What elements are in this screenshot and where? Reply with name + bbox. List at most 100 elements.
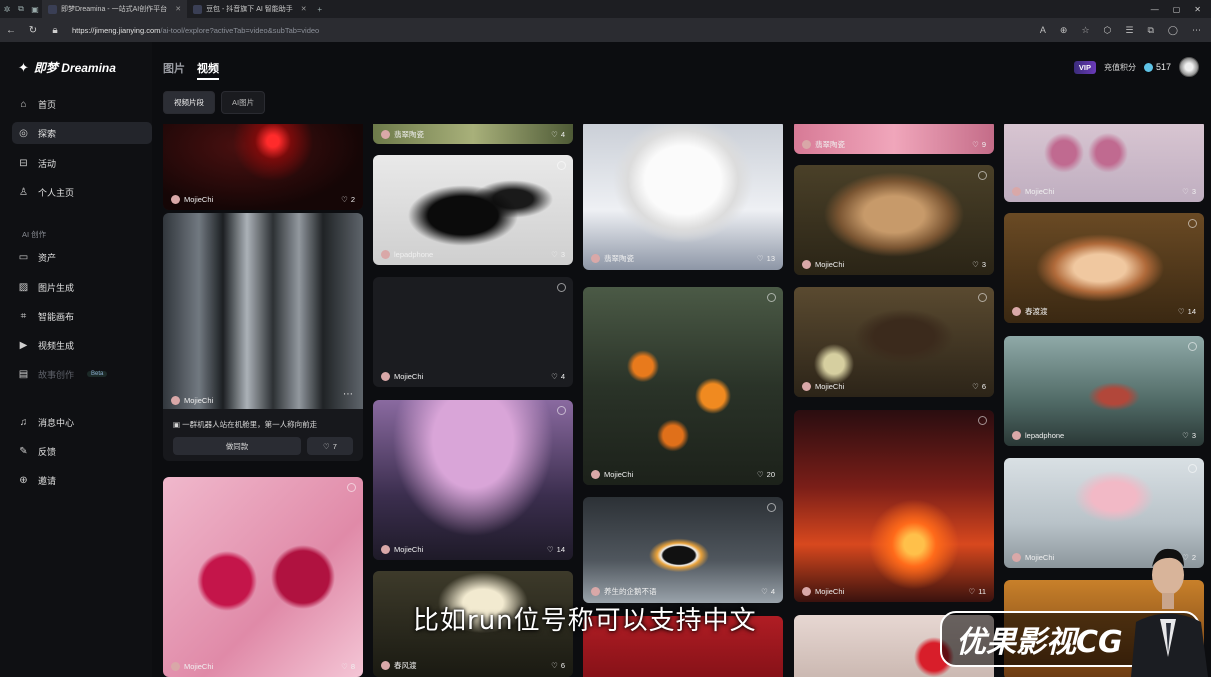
author-name[interactable]: MojieChi	[184, 396, 213, 405]
avatar[interactable]	[1179, 57, 1199, 77]
video-card[interactable]: MojieChi ♡2	[163, 124, 363, 210]
subtab-ai-images[interactable]: AI图片	[221, 91, 266, 114]
sidebar-item-profile[interactable]: ♙ 个人主页	[12, 181, 152, 203]
author-name[interactable]: MojieChi	[394, 545, 423, 554]
like-count[interactable]: ♡ 3	[551, 250, 565, 259]
video-card[interactable]: lepadphone ♡ 3	[373, 155, 573, 265]
video-card[interactable]: MojieChi ♡ 11	[794, 410, 994, 602]
tab-images[interactable]: 图片	[163, 60, 185, 80]
like-count[interactable]: ♡ 6	[972, 382, 986, 391]
video-card-hovered[interactable]: MojieChi ⋯ ▣ 一群机器人站在机舱里，第一人称向前走 做同款 ♡ 7	[163, 213, 363, 461]
reload-icon[interactable]: ↻	[22, 25, 44, 36]
video-card[interactable]: MojieChi ♡ 3	[1004, 124, 1204, 202]
video-card[interactable]: 翡翠陶瓷 ♡ 13	[583, 124, 783, 270]
recharge-credits-link[interactable]: 充值积分	[1104, 62, 1136, 73]
browser-tab-dreamina[interactable]: 即梦Dreamina - 一站式AI创作平台 ✕	[42, 0, 188, 18]
select-icon[interactable]	[767, 293, 776, 302]
author-name[interactable]: lepadphone	[394, 250, 433, 259]
maximize-icon[interactable]: ▢	[1173, 5, 1181, 14]
sidebar-item-assets[interactable]: ▭ 资产	[12, 246, 152, 268]
sidebar-item-feedback[interactable]: ✎ 反馈	[12, 440, 152, 462]
make-similar-button[interactable]: 做同款	[173, 437, 301, 455]
select-icon[interactable]	[557, 283, 566, 292]
new-tab-icon[interactable]: +	[313, 2, 327, 16]
select-icon[interactable]	[557, 406, 566, 415]
author-name[interactable]: 翡翠陶瓷	[394, 129, 424, 140]
dreamina-logo[interactable]: ✦ 即梦 Dreamina	[18, 59, 116, 76]
author-name[interactable]: MojieChi	[184, 662, 213, 671]
like-count[interactable]: ♡ 3	[1182, 431, 1196, 440]
url-field[interactable]: https://jimeng.jianying.com/ai-tool/expl…	[72, 26, 319, 35]
select-icon[interactable]	[978, 416, 987, 425]
sidebar-item-messages[interactable]: ♫ 消息中心	[12, 411, 152, 433]
like-count[interactable]: ♡ 11	[968, 587, 986, 596]
sidebar-item-activity[interactable]: ⊟ 活动	[12, 152, 152, 174]
author-name[interactable]: MojieChi	[394, 372, 423, 381]
author-name[interactable]: lepadphone	[1025, 431, 1064, 440]
favorite-star-icon[interactable]: ☆	[1081, 25, 1089, 36]
sidebar-item-invite[interactable]: ⊕ 邀请	[12, 469, 152, 491]
like-count[interactable]: ♡ 13	[757, 254, 775, 263]
sidebar-item-explore[interactable]: ◎ 探索	[12, 122, 152, 144]
video-card[interactable]: lepadphone ♡ 3	[1004, 336, 1204, 446]
author-name[interactable]: MojieChi	[184, 195, 213, 204]
video-card[interactable]: MojieChi ♡ 8	[163, 477, 363, 677]
vip-badge[interactable]: VIP	[1073, 60, 1096, 74]
minimize-icon[interactable]: —	[1151, 5, 1159, 14]
like-count[interactable]: ♡ 3	[972, 260, 986, 269]
extensions-icon[interactable]: ⬡	[1104, 25, 1112, 36]
author-name[interactable]: MojieChi	[815, 382, 844, 391]
like-count[interactable]: ♡ 8	[341, 662, 355, 671]
like-count[interactable]: ♡ 14	[1178, 307, 1196, 316]
author-name[interactable]: MojieChi	[815, 260, 844, 269]
like-count[interactable]: ♡2	[341, 195, 355, 204]
video-card[interactable]: 春渡渡 ♡ 14	[1004, 213, 1204, 323]
author-name[interactable]: MojieChi	[1025, 187, 1054, 196]
workspaces-icon[interactable]: ⧉	[14, 2, 28, 16]
author-name[interactable]: MojieChi	[604, 470, 633, 479]
like-count[interactable]: ♡ 20	[757, 470, 775, 479]
close-window-icon[interactable]: ✕	[1194, 5, 1201, 14]
sidebar-item-story[interactable]: ▤ 故事创作 Beta	[12, 363, 152, 385]
author-name[interactable]: 翡翠陶瓷	[604, 253, 634, 264]
sidebar-item-image-gen[interactable]: ▨ 图片生成	[12, 276, 152, 298]
tab-actions-icon[interactable]: ▣	[28, 2, 42, 16]
like-count[interactable]: ♡ 4	[761, 587, 775, 596]
sidebar-item-home[interactable]: ⌂ 首页	[12, 93, 152, 115]
favorites-icon[interactable]: ☰	[1125, 25, 1133, 36]
author-name[interactable]: 翡翠陶瓷	[815, 139, 845, 150]
select-icon[interactable]	[767, 503, 776, 512]
like-count[interactable]: ♡ 4	[551, 372, 565, 381]
video-card[interactable]: MojieChi ♡ 14	[373, 400, 573, 560]
author-name[interactable]: 春风渡	[394, 660, 417, 671]
more-options-icon[interactable]: ⋯	[343, 389, 353, 400]
author-name[interactable]: 春渡渡	[1025, 306, 1048, 317]
browser-tab-doubao[interactable]: 豆包 - 抖音旗下 AI 智能助手 ✕	[187, 0, 313, 18]
video-card[interactable]: 养生的企鹅不语 ♡ 4	[583, 497, 783, 603]
select-icon[interactable]	[557, 161, 566, 170]
tab-videos[interactable]: 视频	[197, 60, 219, 80]
select-icon[interactable]	[347, 483, 356, 492]
like-button[interactable]: ♡ 7	[307, 437, 353, 455]
author-name[interactable]: MojieChi	[815, 587, 844, 596]
close-tab-icon[interactable]: ✕	[175, 5, 181, 13]
video-card[interactable]: 翡翠陶瓷 ♡ 9	[794, 124, 994, 154]
author-name[interactable]: 养生的企鹅不语	[604, 586, 657, 597]
select-icon[interactable]	[1188, 342, 1197, 351]
video-card[interactable]: MojieChi ♡ 4	[373, 277, 573, 387]
read-aloud-icon[interactable]: A	[1040, 25, 1046, 36]
select-icon[interactable]	[978, 171, 987, 180]
like-count[interactable]: ♡ 4	[551, 130, 565, 139]
sidebar-item-video-gen[interactable]: ▶ 视频生成	[12, 334, 152, 356]
like-count[interactable]: ♡ 6	[551, 661, 565, 670]
select-icon[interactable]	[1188, 464, 1197, 473]
select-icon[interactable]	[1188, 219, 1197, 228]
browser-menu-icon[interactable]: ✲	[0, 2, 14, 16]
video-card[interactable]: MojieChi ♡ 3	[794, 165, 994, 275]
video-card[interactable]: 翡翠陶瓷 ♡ 4	[373, 124, 573, 144]
close-tab-icon[interactable]: ✕	[301, 5, 307, 13]
more-icon[interactable]: ⋯	[1192, 25, 1201, 36]
author-name[interactable]: MojieChi	[1025, 553, 1054, 562]
collections-icon[interactable]: ⧉	[1147, 25, 1153, 36]
back-icon[interactable]: ←	[0, 25, 22, 36]
